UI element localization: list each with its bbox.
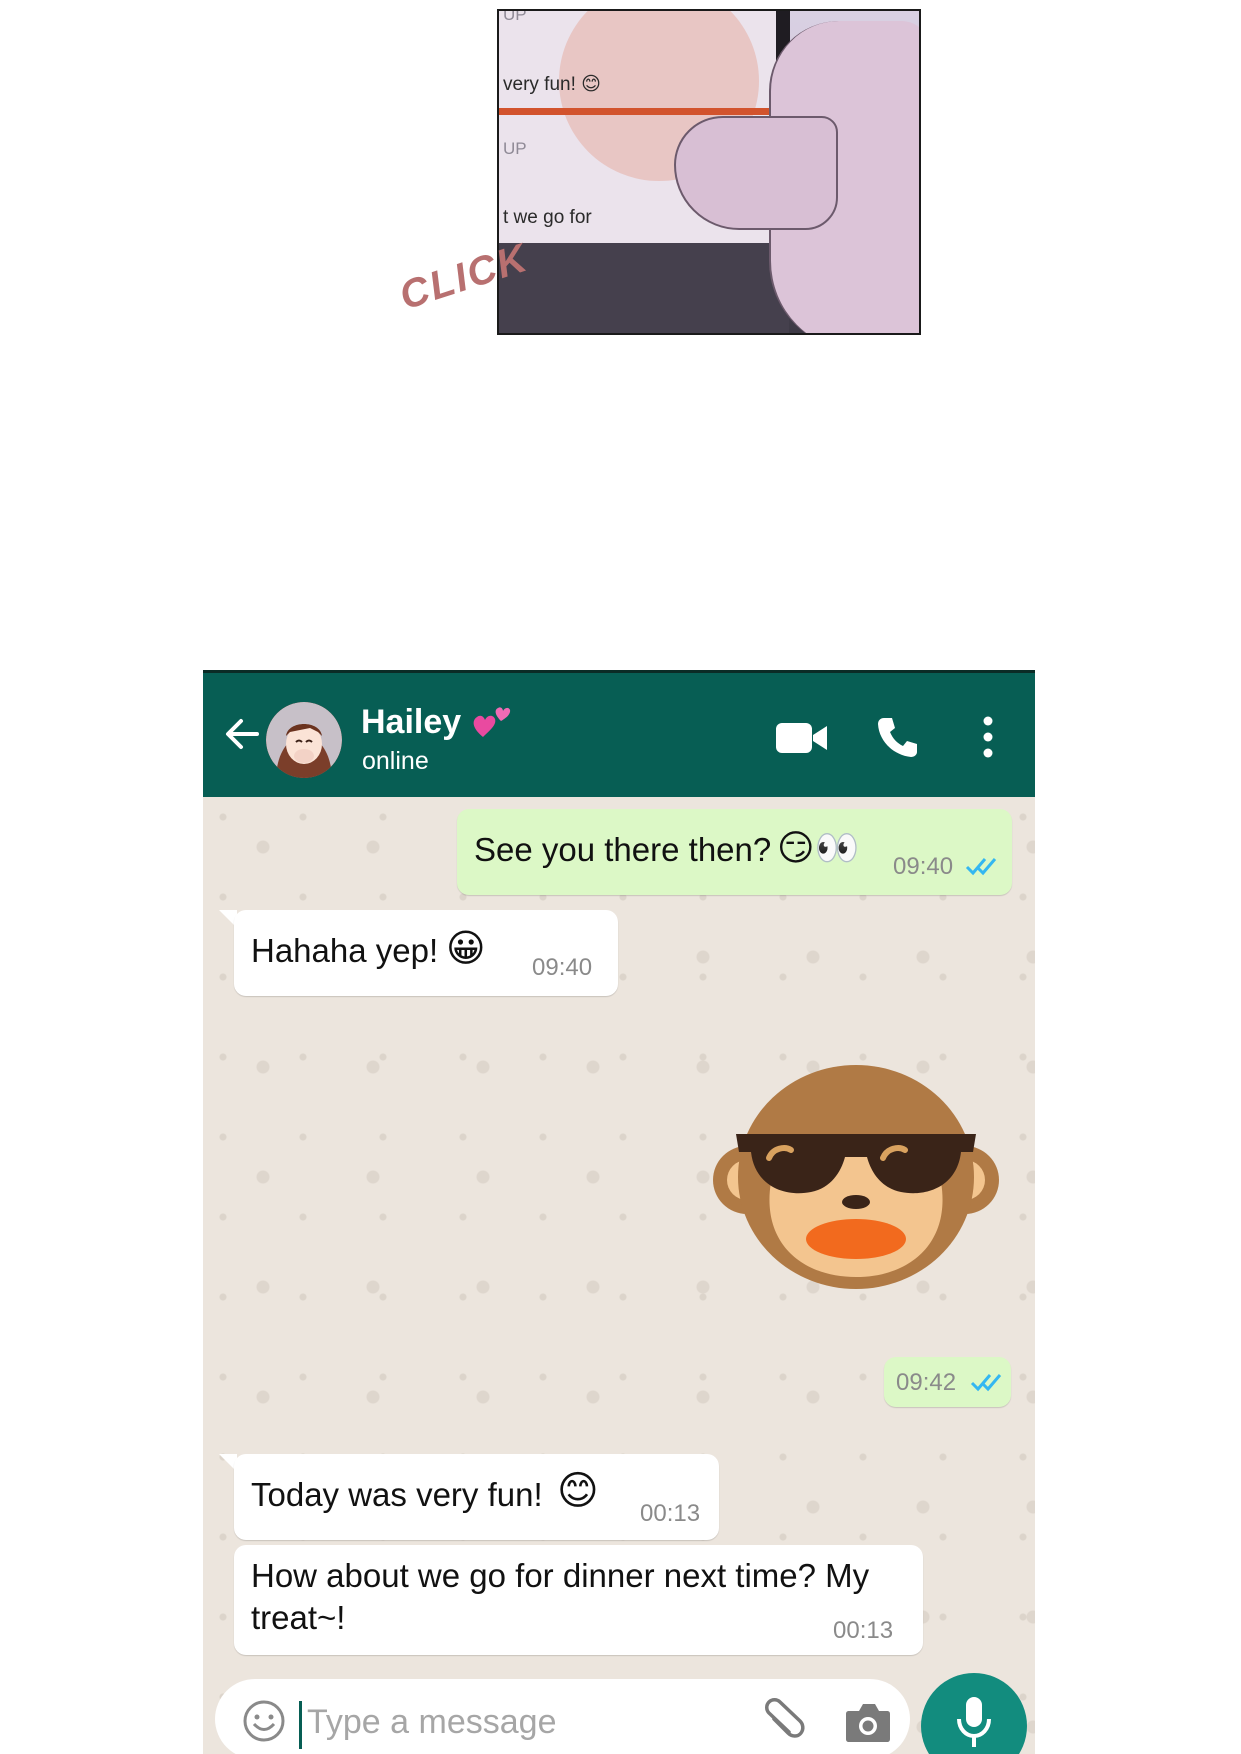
more-options-icon[interactable] bbox=[978, 713, 998, 761]
comic-stripe bbox=[499, 108, 789, 115]
message-composer bbox=[215, 1679, 910, 1754]
contact-status: online bbox=[362, 747, 429, 775]
message-time: 09:40 bbox=[532, 954, 593, 981]
comic-text-line: UP bbox=[503, 9, 527, 24]
message-list[interactable]: See you there then? 😏👀 09:40 Hahaha yep!… bbox=[203, 797, 1035, 1754]
comic-text-line: very fun! 😊 bbox=[503, 74, 601, 95]
chat-header: Hailey online bbox=[203, 670, 1035, 797]
comic-thumb bbox=[674, 116, 838, 230]
chat-window: Hailey online See you there then? 😏👀 09:… bbox=[203, 670, 1035, 1754]
comic-phone-bottom bbox=[499, 243, 789, 333]
text-cursor bbox=[299, 1701, 302, 1749]
message-bubble-incoming[interactable]: Hahaha yep! 😀 09:40 bbox=[234, 910, 618, 996]
video-call-icon[interactable] bbox=[775, 721, 829, 755]
two-hearts-icon bbox=[473, 707, 511, 737]
double-check-icon bbox=[965, 858, 997, 876]
message-text-line: How about we go for dinner next time? My bbox=[251, 1557, 870, 1594]
message-text: See you there then? bbox=[474, 831, 772, 868]
message-time: 09:42 bbox=[896, 1369, 957, 1396]
back-arrow-icon[interactable] bbox=[221, 713, 263, 755]
sticker-time-badge: 09:42 bbox=[884, 1357, 1011, 1407]
camera-icon[interactable] bbox=[845, 1701, 891, 1743]
message-bubble-outgoing[interactable]: See you there then? 😏👀 09:40 bbox=[457, 809, 1012, 895]
contact-avatar[interactable] bbox=[266, 702, 342, 778]
contact-name[interactable]: Hailey bbox=[361, 703, 461, 742]
comic-text-line: UP bbox=[503, 139, 527, 158]
emoji-icon[interactable] bbox=[242, 1699, 286, 1743]
comic-panel: UP very fun! 😊 UP t we go for bbox=[497, 9, 921, 335]
double-check-icon bbox=[970, 1374, 1002, 1392]
mic-icon bbox=[957, 1697, 991, 1747]
phone-icon[interactable] bbox=[875, 715, 919, 759]
message-text: Hahaha yep! bbox=[251, 932, 439, 969]
smirk-eyes-emoji: 😏👀 bbox=[777, 827, 860, 868]
message-time: 00:13 bbox=[833, 1617, 894, 1644]
message-bubble-incoming[interactable]: Today was very fun! 😊 00:13 bbox=[234, 1454, 719, 1540]
monkey-sunglasses-sticker[interactable] bbox=[711, 1062, 1001, 1292]
message-time: 09:40 bbox=[893, 853, 954, 880]
attach-icon[interactable] bbox=[760, 1697, 808, 1745]
message-input[interactable] bbox=[305, 1695, 729, 1749]
grinning-emoji: 😀 bbox=[446, 928, 486, 970]
smiling-emoji: 😊 bbox=[557, 1469, 599, 1513]
message-time: 00:13 bbox=[640, 1500, 701, 1527]
message-bubble-incoming[interactable]: How about we go for dinner next time? My… bbox=[234, 1545, 923, 1655]
comic-text-line: t we go for bbox=[503, 207, 592, 228]
message-text: Today was very fun! bbox=[251, 1476, 543, 1513]
message-text-line: treat~! bbox=[251, 1599, 346, 1636]
